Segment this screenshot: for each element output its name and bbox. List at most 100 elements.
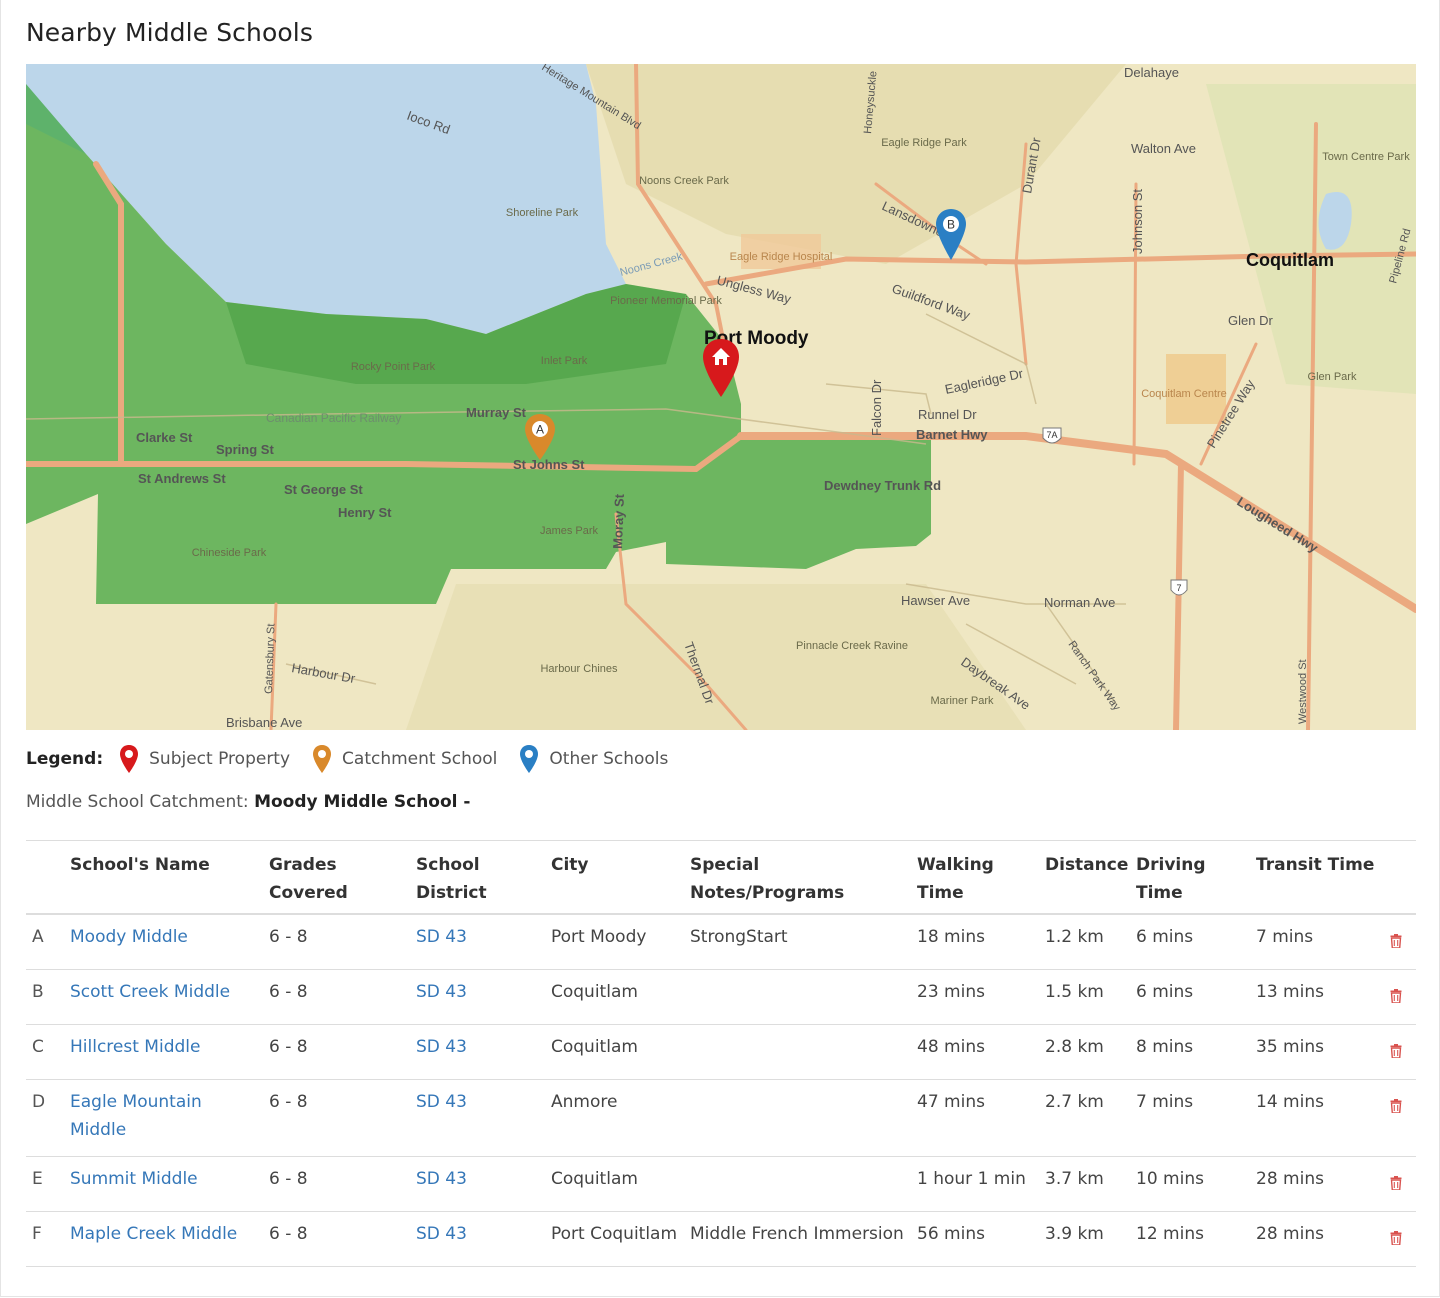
row-letter-cell: E	[26, 1156, 70, 1212]
grades-covered-cell: 6 - 8	[269, 1024, 416, 1080]
catchment-prefix: Middle School Catchment:	[26, 792, 249, 812]
school-district-link[interactable]: SD 43	[416, 1037, 467, 1057]
delete-cell	[1382, 1024, 1416, 1080]
walking-time: 23 mins	[917, 982, 985, 1002]
trash-icon[interactable]	[1390, 984, 1402, 1012]
transit-time-cell: 35 mins	[1256, 1024, 1382, 1080]
table-row: F Maple Creek Middle 6 - 8 SD 43 Port Coquit…	[26, 1211, 1416, 1267]
walking-time-cell: 1 hour 1 min	[917, 1156, 1045, 1212]
trash-icon[interactable]	[1390, 1226, 1402, 1254]
school-name-link[interactable]: Maple Creek Middle	[70, 1224, 237, 1244]
street-label-barnet-hwy: Barnet Hwy	[916, 427, 988, 442]
street-label-st-george-st: St George St	[284, 482, 363, 497]
svg-text:7A: 7A	[1046, 430, 1057, 440]
walking-time: 47 mins	[917, 1092, 985, 1112]
city: Coquitlam	[551, 1037, 638, 1057]
highway-shield-7a: 7A	[1042, 427, 1062, 444]
street-label-gatensbury-st: Gatensbury St	[263, 623, 277, 694]
school-district-link[interactable]: SD 43	[416, 927, 467, 947]
distance: 2.8 km	[1045, 1037, 1104, 1057]
trash-icon[interactable]	[1390, 929, 1402, 957]
header-city: City	[551, 840, 690, 915]
city-cell: Coquitlam	[551, 1024, 690, 1080]
street-label-glen-dr: Glen Dr	[1228, 313, 1273, 328]
school-name-link[interactable]: Eagle Mountain Middle	[70, 1092, 202, 1140]
street-label-falcon-dr: Falcon Dr	[869, 379, 884, 436]
grades-covered-cell: 6 - 8	[269, 914, 416, 970]
trash-icon[interactable]	[1390, 1039, 1402, 1067]
label-eagle-ridge-hospital: Eagle Ridge Hospital	[730, 251, 833, 263]
school-district-link[interactable]: SD 43	[416, 982, 467, 1002]
distance-cell: 2.7 km	[1045, 1079, 1136, 1157]
table-row: E Summit Middle 6 - 8 SD 43 Coquitlam 1 hour …	[26, 1156, 1416, 1212]
school-district-link-cell: SD 43	[416, 1024, 551, 1080]
row-letter: F	[32, 1224, 42, 1244]
walking-time-cell: 48 mins	[917, 1024, 1045, 1080]
legend-item-catchment-school: Catchment School	[312, 744, 497, 774]
city: Port Moody	[551, 927, 647, 947]
walking-time-cell: 18 mins	[917, 914, 1045, 970]
school-name-link[interactable]: Moody Middle	[70, 927, 188, 947]
distance: 2.7 km	[1045, 1092, 1104, 1112]
catchment-info: Middle School Catchment: Moody Middle Sc…	[26, 792, 470, 812]
school-district-link[interactable]: SD 43	[416, 1169, 467, 1189]
driving-time: 8 mins	[1136, 1037, 1194, 1057]
special-notes: Middle French Immersion	[690, 1224, 904, 1244]
school-district-link[interactable]: SD 43	[416, 1224, 467, 1244]
trash-icon[interactable]	[1390, 1171, 1402, 1199]
legend-item-label: Other Schools	[549, 749, 669, 769]
street-label-st-andrews-st: St Andrews St	[138, 471, 226, 486]
map[interactable]: Port Moody Coquitlam Ioco Rd Heritage Mo…	[26, 64, 1416, 730]
distance-cell: 1.2 km	[1045, 914, 1136, 970]
school-district-link-cell: SD 43	[416, 969, 551, 1025]
school-district-link-cell: SD 43	[416, 1079, 551, 1157]
special-notes-cell	[690, 969, 917, 1025]
header-letter	[26, 840, 70, 915]
row-letter-cell: C	[26, 1024, 70, 1080]
schools-table: School's Name Grades Covered School Dist…	[26, 840, 1416, 1267]
school-name-link-cell: Scott Creek Middle	[70, 969, 269, 1025]
city-cell: Anmore	[551, 1079, 690, 1157]
header-district: School District	[416, 840, 551, 915]
street-label-henry-st: Henry St	[338, 505, 392, 520]
school-name-link[interactable]: Summit Middle	[70, 1169, 198, 1189]
legend-label: Legend:	[26, 749, 104, 769]
transit-time-cell: 14 mins	[1256, 1079, 1382, 1157]
street-label-walton-ave: Walton Ave	[1131, 141, 1196, 156]
driving-time-cell: 6 mins	[1136, 914, 1256, 970]
distance: 1.2 km	[1045, 927, 1104, 947]
special-notes: StrongStart	[690, 927, 788, 947]
school-name-link-cell: Hillcrest Middle	[70, 1024, 269, 1080]
park-label-eagle-ridge-park: Eagle Ridge Park	[881, 137, 967, 149]
distance-cell: 3.7 km	[1045, 1156, 1136, 1212]
transit-time-cell: 28 mins	[1256, 1156, 1382, 1212]
catchment-school-name: Moody Middle School -	[254, 792, 471, 812]
distance-cell: 3.9 km	[1045, 1211, 1136, 1267]
school-district-link-cell: SD 43	[416, 1156, 551, 1212]
table-row: C Hillcrest Middle 6 - 8 SD 43 Coquitlam 48 m…	[26, 1024, 1416, 1080]
transit-time: 35 mins	[1256, 1037, 1324, 1057]
school-name-link-cell: Eagle Mountain Middle	[70, 1079, 269, 1157]
park-label-mariner-park: Mariner Park	[931, 695, 994, 707]
walking-time-cell: 47 mins	[917, 1079, 1045, 1157]
table-row: D Eagle Mountain Middle 6 - 8 SD 43 Anmore 47…	[26, 1079, 1416, 1157]
driving-time-cell: 6 mins	[1136, 969, 1256, 1025]
park-label-james-park: James Park	[540, 525, 599, 537]
special-notes-cell	[690, 1079, 917, 1157]
table-row: B Scott Creek Middle 6 - 8 SD 43 Coquitlam 23…	[26, 969, 1416, 1025]
driving-time-cell: 8 mins	[1136, 1024, 1256, 1080]
school-name-link[interactable]: Hillcrest Middle	[70, 1037, 200, 1057]
section-title: Nearby Middle Schools	[26, 18, 313, 47]
park-label-noons-creek-park: Noons Creek Park	[639, 175, 729, 187]
special-notes-cell: Middle French Immersion	[690, 1211, 917, 1267]
park-label-glen-park: Glen Park	[1308, 371, 1357, 383]
street-label-st-johns-st: St Johns St	[513, 457, 585, 472]
header-distance: Distance	[1045, 840, 1136, 915]
grades-covered-cell: 6 - 8	[269, 969, 416, 1025]
driving-time: 10 mins	[1136, 1169, 1204, 1189]
school-district-link[interactable]: SD 43	[416, 1092, 467, 1112]
delete-cell	[1382, 1211, 1416, 1267]
school-name-link[interactable]: Scott Creek Middle	[70, 982, 230, 1002]
special-notes-cell: StrongStart	[690, 914, 917, 970]
trash-icon[interactable]	[1390, 1094, 1402, 1122]
